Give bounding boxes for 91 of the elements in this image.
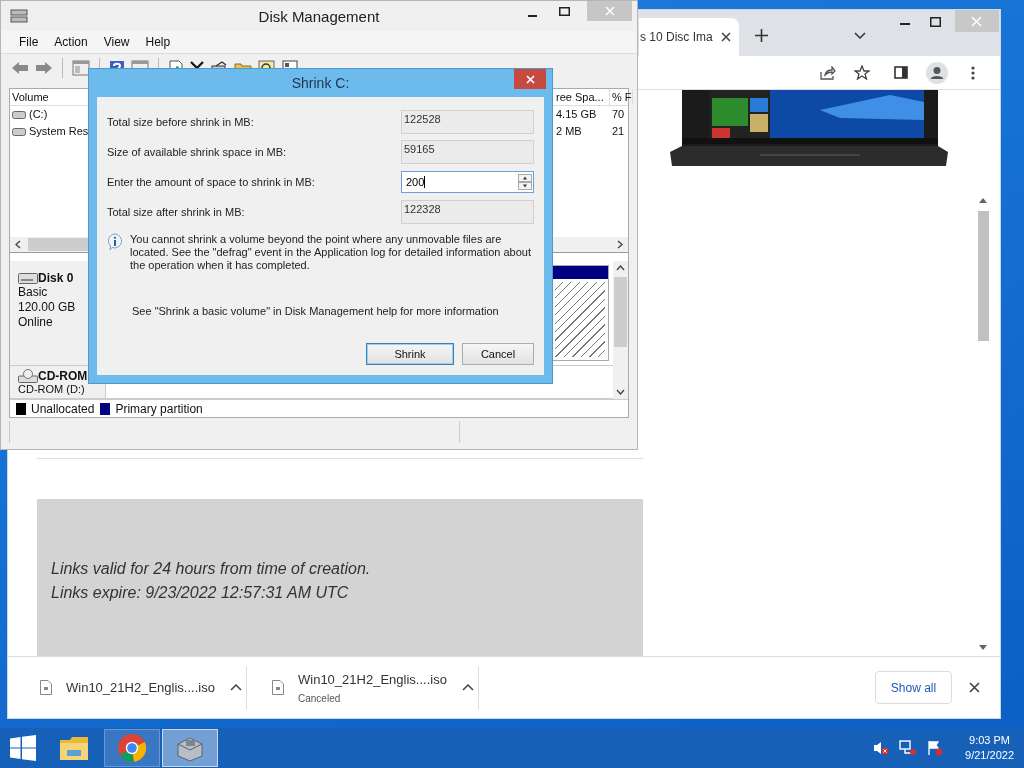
- chevron-down-icon[interactable]: [853, 32, 866, 39]
- back-icon[interactable]: [11, 61, 29, 75]
- table-cell-text: 2 MB: [555, 124, 583, 139]
- scroll-thumb[interactable]: [28, 238, 88, 251]
- console-icon[interactable]: [72, 60, 90, 76]
- dialog-title: Shrink C:: [291, 75, 350, 91]
- field-label: Enter the amount of space to shrink in MB:: [107, 176, 316, 188]
- browser-button[interactable]: [104, 729, 160, 767]
- close-icon[interactable]: [969, 682, 980, 693]
- menu-item[interactable]: File: [11, 35, 47, 49]
- network-icon[interactable]: [899, 740, 918, 756]
- window-title: Disk Management: [258, 8, 380, 25]
- info-message: You cannot shrink a volume beyond the point where any unmovable files are located. See the "defrag" event in the Application log for detailed information about the operation when it has completed.: [130, 233, 533, 272]
- spin-up-icon[interactable]: [518, 174, 532, 182]
- scroll-thumb[interactable]: [614, 277, 627, 347]
- clock-time[interactable]: 9:03 PM: [969, 733, 1010, 748]
- close-icon: [604, 6, 615, 16]
- scroll-left-icon[interactable]: [15, 240, 21, 249]
- caret-up-icon[interactable]: [230, 684, 242, 691]
- forward-icon[interactable]: [35, 61, 53, 75]
- star-icon[interactable]: [854, 65, 870, 80]
- legend-label: Primary partition: [115, 401, 203, 416]
- disk-info: 120.00 GB: [18, 300, 77, 315]
- column-header[interactable]: % F: [610, 89, 633, 105]
- table-cell-text: (C:): [29, 107, 48, 122]
- minimize-icon[interactable]: [899, 23, 910, 25]
- help-note: See "Shrink a basic volume" in Disk Management help for more information: [132, 305, 500, 317]
- read-only-field: 59165: [401, 140, 534, 164]
- close-icon[interactable]: [720, 32, 731, 42]
- info-icon: [107, 233, 123, 251]
- clock-date[interactable]: 9/21/2022: [965, 748, 1014, 763]
- cd-drive-icon: [18, 369, 38, 383]
- close-icon: [525, 74, 535, 84]
- legend-label: Unallocated: [31, 401, 95, 416]
- start-icon[interactable]: [10, 735, 36, 761]
- shrink-button[interactable]: Shrink: [366, 343, 454, 365]
- scroll-down-icon[interactable]: [616, 389, 625, 395]
- field-label: Total size after shrink in MB:: [107, 206, 246, 218]
- disk-info: Online: [18, 315, 54, 330]
- download-filename[interactable]: Win10_21H2_Englis....iso: [298, 671, 448, 687]
- download-filename[interactable]: Win10_21H2_Englis....iso: [66, 680, 216, 695]
- speaker-muted-icon[interactable]: [873, 740, 890, 756]
- scroll-down-icon[interactable]: [979, 645, 987, 650]
- table-cell-text: System Res: [29, 124, 89, 139]
- disk-management-button[interactable]: [162, 729, 218, 767]
- close-icon: [971, 15, 983, 27]
- spin-down-icon[interactable]: [518, 182, 532, 190]
- drive-icon: [12, 110, 26, 119]
- new-tab-icon[interactable]: [754, 29, 768, 42]
- browser-tab[interactable]: s 10 Disc Ima: [639, 18, 739, 56]
- side-panel-icon[interactable]: [894, 66, 908, 79]
- scroll-right-icon[interactable]: [617, 240, 623, 249]
- drive-icon: [12, 127, 26, 136]
- scroll-up-icon[interactable]: [979, 198, 987, 203]
- file-icon: [40, 680, 52, 695]
- flag-icon[interactable]: [927, 740, 944, 756]
- table-cell-text: 4.15 GB: [555, 107, 598, 122]
- cancel-button[interactable]: Cancel: [462, 343, 534, 365]
- field-label: Total size before shrink in MB:: [107, 116, 255, 128]
- maximize-icon[interactable]: [559, 6, 570, 16]
- menu-item[interactable]: Help: [137, 35, 179, 49]
- menu-item[interactable]: Action: [46, 35, 96, 49]
- show-all-button[interactable]: Show all: [875, 671, 952, 704]
- table-cell-text: 21: [611, 124, 626, 139]
- spin-field[interactable]: 200: [401, 171, 534, 193]
- scroll-thumb[interactable]: [977, 211, 989, 341]
- disk-name: Disk 0: [38, 271, 74, 285]
- maximize-icon[interactable]: [929, 17, 941, 27]
- caret-up-icon[interactable]: [462, 684, 474, 691]
- share-icon[interactable]: [820, 65, 836, 80]
- field-label: Size of available shrink space in MB:: [107, 146, 288, 158]
- chrome-icon: [117, 733, 147, 763]
- read-only-field: 122528: [401, 110, 534, 134]
- profile-icon[interactable]: [926, 61, 948, 84]
- info-text: Links valid for 24 hours from time of creation.: [51, 559, 372, 579]
- more-icon[interactable]: [971, 65, 975, 80]
- disk-icon: [10, 8, 28, 24]
- folder-icon: [58, 734, 90, 762]
- disk-info: CD-ROM (D:): [18, 383, 86, 396]
- disk-info: Basic: [18, 285, 49, 300]
- scroll-up-icon[interactable]: [616, 265, 625, 271]
- download-status: Canceled: [298, 692, 342, 704]
- file-icon: [272, 680, 284, 695]
- menu-item[interactable]: View: [95, 35, 138, 49]
- column-header[interactable]: ree Spa...: [554, 89, 610, 105]
- close-button[interactable]: [514, 69, 546, 89]
- table-cell-text: 70: [611, 107, 626, 122]
- info-text: Links expire: 9/23/2022 12:57:31 AM UTC: [51, 583, 350, 603]
- read-only-field: 122328: [401, 200, 534, 224]
- disk-name: CD-ROM: [38, 369, 88, 383]
- partition-block[interactable]: [551, 265, 609, 361]
